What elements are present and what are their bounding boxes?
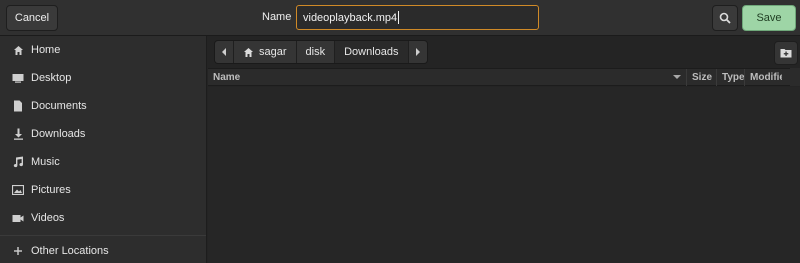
document-icon	[12, 100, 24, 112]
path-forward-button[interactable]	[408, 41, 427, 63]
header-bar: Cancel Name videoplayback.mp4 Save	[0, 0, 800, 36]
sort-descending-icon	[673, 75, 681, 79]
plus-icon	[12, 245, 24, 257]
sidebar-item-label: Documents	[31, 100, 87, 112]
sidebar-item-home[interactable]: Home	[0, 37, 206, 63]
sidebar-item-downloads[interactable]: Downloads	[0, 121, 206, 147]
sidebar-divider	[0, 235, 206, 236]
home-icon	[12, 44, 24, 56]
column-header-size[interactable]: Size	[686, 69, 716, 86]
breadcrumb-item-disk[interactable]: disk	[296, 41, 336, 63]
search-icon	[719, 12, 731, 24]
column-label: Modified	[750, 72, 782, 83]
sidebar-item-label: Desktop	[31, 72, 72, 84]
sidebar-item-label: Home	[31, 44, 61, 56]
column-header-type[interactable]: Type	[716, 69, 744, 86]
chevron-right-icon	[415, 48, 420, 56]
picture-icon	[12, 184, 24, 196]
new-folder-icon	[780, 49, 792, 58]
breadcrumb-label: sagar	[259, 46, 287, 58]
path-bar: sagar disk Downloads	[208, 36, 800, 68]
column-header-name[interactable]: Name	[208, 69, 686, 86]
search-button[interactable]	[712, 5, 738, 31]
column-label: Name	[213, 72, 241, 83]
sidebar-item-label: Videos	[31, 212, 65, 224]
cancel-button[interactable]: Cancel	[6, 5, 58, 31]
filename-value: videoplayback.mp4	[303, 11, 398, 24]
file-list-header: Name Size Type Modified	[208, 68, 800, 86]
sidebar-item-music[interactable]: Music	[0, 149, 206, 175]
breadcrumb-label: Downloads	[344, 46, 399, 58]
sidebar-item-label: Downloads	[31, 128, 86, 140]
chevron-left-icon	[222, 48, 226, 56]
path-back-button[interactable]	[215, 41, 234, 63]
sidebar-item-documents[interactable]: Documents	[0, 93, 206, 119]
sidebar-item-label: Music	[31, 156, 60, 168]
places-sidebar: Home Desktop Documents Downloads Music P…	[0, 36, 207, 263]
home-icon	[244, 47, 253, 57]
sidebar-item-desktop[interactable]: Desktop	[0, 65, 206, 91]
sidebar-item-label: Pictures	[31, 184, 71, 196]
sidebar-item-pictures[interactable]: Pictures	[0, 177, 206, 203]
text-caret	[398, 11, 400, 24]
column-header-modified[interactable]: Modified	[744, 69, 782, 86]
download-icon	[12, 128, 24, 140]
sidebar-item-videos[interactable]: Videos	[0, 205, 206, 231]
breadcrumb-item-sagar[interactable]: sagar	[234, 41, 297, 63]
column-label: Type	[722, 72, 744, 83]
sidebar-item-label: Other Locations	[31, 245, 109, 257]
filename-input[interactable]: videoplayback.mp4	[296, 5, 539, 30]
save-button[interactable]: Save	[742, 5, 796, 31]
breadcrumb-item-downloads[interactable]: Downloads	[335, 41, 409, 63]
name-label: Name	[262, 11, 292, 23]
music-icon	[12, 156, 24, 168]
breadcrumb-label: disk	[305, 46, 326, 58]
vertical-scrollbar[interactable]	[790, 68, 800, 86]
breadcrumb: sagar disk Downloads	[214, 40, 428, 64]
new-folder-button[interactable]	[774, 41, 798, 65]
sidebar-item-other-locations[interactable]: Other Locations	[0, 238, 206, 263]
video-icon	[12, 212, 24, 224]
file-list[interactable]	[208, 87, 800, 263]
column-label: Size	[692, 72, 713, 83]
desktop-icon	[12, 72, 24, 84]
